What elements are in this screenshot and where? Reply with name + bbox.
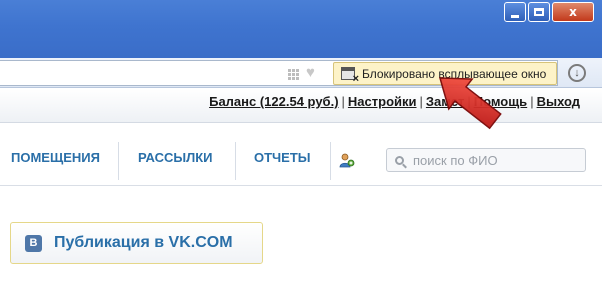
search-input[interactable]: поиск по ФИО: [386, 148, 586, 172]
close-button[interactable]: x: [552, 2, 594, 22]
settings-link[interactable]: Настройки: [348, 94, 417, 109]
browser-toolbar: ♥ Блокировано всплывающее окно ↓: [0, 58, 602, 88]
balance-link[interactable]: Баланс (122.54 руб.): [209, 94, 338, 109]
popup-blocked-notice[interactable]: Блокировано всплывающее окно: [333, 62, 557, 85]
main-menu: ПОМЕЩЕНИЯ РАССЫЛКИ ОТЧЕТЫ поиск по ФИО: [0, 138, 602, 186]
popup-blocked-icon: [341, 67, 359, 85]
close-icon: x: [569, 5, 577, 19]
download-icon[interactable]: ↓: [568, 64, 586, 82]
minimize-button[interactable]: [504, 2, 526, 22]
minimize-icon: [511, 14, 519, 18]
users-icon[interactable]: [339, 152, 355, 168]
notes-link[interactable]: Замет: [426, 94, 464, 109]
maximize-icon: [534, 8, 544, 16]
vk-publish-button[interactable]: В Публикация в VK.COM: [10, 222, 263, 264]
maximize-button[interactable]: [528, 2, 550, 22]
vk-publish-label: Публикация в VK.COM: [54, 234, 233, 251]
menu-item-mailings[interactable]: РАССЫЛКИ: [138, 138, 213, 184]
account-links: Баланс (122.54 руб.) | Настройки | Замет | Пом…: [209, 94, 580, 109]
search-icon: [395, 155, 404, 165]
window-controls: x: [504, 2, 594, 22]
address-bar[interactable]: ♥ Блокировано всплывающее окно: [0, 60, 558, 86]
menu-item-reports[interactable]: ОТЧЕТЫ: [254, 138, 311, 184]
apps-grid-icon[interactable]: [288, 69, 299, 80]
popup-blocked-label: Блокировано всплывающее окно: [362, 66, 547, 81]
vk-logo-icon: В: [25, 234, 42, 252]
menu-item-rooms[interactable]: ПОМЕЩЕНИЯ: [11, 138, 100, 184]
heart-icon[interactable]: ♥: [306, 63, 315, 83]
window-titlebar: x: [0, 0, 602, 58]
help-link[interactable]: Помощь: [474, 94, 527, 109]
account-bar: Баланс (122.54 руб.) | Настройки | Замет | Пом…: [0, 89, 602, 123]
logout-link[interactable]: Выход: [537, 94, 580, 109]
search-placeholder: поиск по ФИО: [413, 152, 498, 168]
